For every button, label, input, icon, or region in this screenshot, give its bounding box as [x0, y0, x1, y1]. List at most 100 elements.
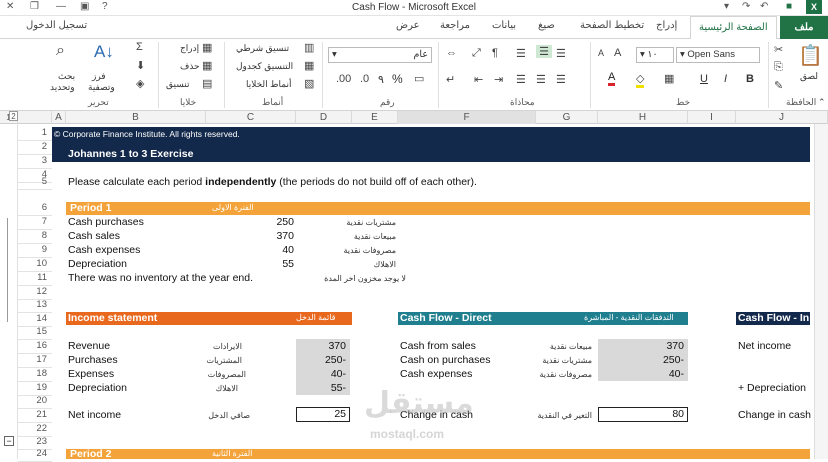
row-header[interactable]: 12 — [18, 286, 52, 297]
fill-icon[interactable]: ⬇ — [136, 59, 145, 72]
row-header[interactable]: 2 — [18, 141, 52, 152]
input-value[interactable]: 40 — [256, 244, 294, 256]
quick-access-dropdown-icon[interactable]: ▾ — [724, 1, 729, 12]
outline-level-2-button[interactable]: 2 — [9, 111, 18, 121]
row-header[interactable]: 16 — [18, 340, 52, 351]
column-header-c[interactable]: C — [206, 111, 296, 124]
tab-insert[interactable]: إدراج — [656, 20, 677, 31]
currency-format-icon[interactable]: ▭ — [414, 72, 424, 85]
bold-button[interactable]: B — [746, 73, 754, 85]
format-painter-icon[interactable]: ✎ — [774, 79, 783, 92]
column-header-b[interactable]: B — [66, 111, 206, 124]
row-header[interactable]: 18 — [18, 368, 52, 379]
borders-icon[interactable]: ▦ — [664, 72, 674, 85]
tab-home[interactable]: الصفحة الرئيسية — [690, 16, 777, 40]
collapse-ribbon-icon[interactable]: ⌃ — [818, 97, 826, 108]
decrease-font-icon[interactable]: A — [598, 48, 604, 58]
wrap-text-icon[interactable]: ↵ — [446, 73, 455, 86]
cut-icon[interactable]: ✂ — [774, 43, 783, 56]
cash-flow-row-value[interactable]: -40 — [600, 368, 684, 380]
cash-flow-row-value[interactable]: -250 — [600, 354, 684, 366]
row-header[interactable]: 15 — [18, 326, 52, 337]
income-row-value[interactable]: -40 — [298, 368, 346, 380]
row-header[interactable]: 5 — [18, 176, 52, 187]
fill-color-icon[interactable]: ◇ — [636, 72, 645, 88]
row-header[interactable]: 11 — [18, 272, 52, 283]
align-right-icon[interactable]: ☰ — [556, 73, 566, 86]
row-header[interactable]: 17 — [18, 354, 52, 365]
tab-file[interactable]: ملف — [780, 16, 828, 39]
sign-in-link[interactable]: تسجيل الدخول — [26, 20, 87, 31]
select-all-corner[interactable] — [18, 111, 52, 124]
tab-data[interactable]: بيانات — [492, 20, 516, 31]
font-size-select[interactable]: ▾ ١٠ — [636, 47, 674, 63]
column-header-f[interactable]: F — [398, 111, 536, 124]
row-header[interactable]: 24 — [18, 448, 52, 459]
row-header[interactable]: 6 — [18, 202, 52, 213]
decrease-indent-icon[interactable]: ⇤ — [474, 73, 483, 86]
income-row-value[interactable]: -55 — [298, 382, 346, 394]
cash-flow-row-value[interactable]: 370 — [600, 340, 684, 352]
undo-icon[interactable]: ↶ — [760, 1, 768, 12]
row-header[interactable]: 13 — [18, 299, 52, 310]
column-header-a[interactable]: A — [52, 111, 66, 124]
font-family-select[interactable]: ▾ Open Sans — [676, 47, 760, 63]
format-as-table-button[interactable]: التنسيق كجدول — [236, 61, 293, 72]
delete-cells-button[interactable]: حذف — [180, 61, 200, 72]
income-row-value[interactable]: 370 — [298, 340, 346, 352]
row-header[interactable]: 21 — [18, 409, 52, 420]
row-header[interactable]: 22 — [18, 423, 52, 434]
autosum-icon[interactable]: Σ — [136, 41, 143, 53]
percent-style-button[interactable]: % — [392, 72, 403, 86]
paste-button[interactable]: لصق — [800, 71, 818, 82]
right-to-left-icon[interactable]: ¶ — [492, 47, 498, 59]
paste-icon[interactable]: 📋 — [798, 43, 823, 68]
format-cells-button[interactable]: تنسيق — [166, 79, 189, 90]
align-middle-icon[interactable]: ☰ — [536, 45, 552, 58]
row-header[interactable]: 1 — [18, 127, 52, 138]
column-header-i[interactable]: I — [688, 111, 736, 124]
row-header[interactable]: 14 — [18, 313, 52, 324]
merge-center-icon[interactable]: ⇔ — [446, 47, 457, 59]
clear-icon[interactable]: ◈ — [136, 77, 144, 90]
row-header[interactable]: 19 — [18, 382, 52, 393]
save-icon[interactable]: ■ — [786, 1, 792, 12]
vertical-scrollbar[interactable] — [814, 124, 828, 459]
row-header[interactable]: 20 — [18, 395, 52, 406]
worksheet[interactable]: 1 2 3 4 5 6 7 8 9 10 11 12 13 14 15 16 17 18 19 20 21 22 23 24 … — [0, 124, 828, 462]
increase-indent-icon[interactable]: ⇥ — [494, 73, 503, 86]
align-left-icon[interactable]: ☰ — [516, 73, 526, 86]
column-header-d[interactable]: D — [296, 111, 352, 124]
number-format-select[interactable]: ▾ عام — [328, 47, 432, 63]
row-header[interactable]: 9 — [18, 244, 52, 255]
decrease-decimal-icon[interactable]: .00 — [336, 73, 351, 85]
font-color-icon[interactable]: A — [608, 71, 616, 86]
row-header[interactable]: 7 — [18, 216, 52, 227]
column-header-g[interactable]: G — [536, 111, 598, 124]
conditional-formatting-button[interactable]: تنسيق شرطي — [236, 43, 289, 54]
row-header[interactable]: 8 — [18, 230, 52, 241]
sort-filter-icon[interactable]: A↓ — [94, 42, 114, 62]
insert-cells-button[interactable]: إدراج — [180, 43, 199, 54]
align-center-icon[interactable]: ☰ — [536, 73, 546, 86]
row-header[interactable]: 3 — [18, 155, 52, 166]
align-bottom-icon[interactable]: ☰ — [556, 47, 566, 60]
tab-formulas[interactable]: صيغ — [538, 20, 555, 31]
align-top-icon[interactable]: ☰ — [516, 47, 526, 60]
column-header-e[interactable]: E — [352, 111, 398, 124]
copy-icon[interactable]: ⎘ — [774, 61, 783, 74]
find-select-label[interactable]: بحث — [58, 71, 75, 82]
sort-filter-label[interactable]: فرز — [92, 71, 106, 82]
underline-button[interactable]: U — [700, 73, 708, 85]
row-header[interactable]: 10 — [18, 258, 52, 269]
input-value[interactable]: 55 — [256, 258, 294, 270]
input-value[interactable]: 250 — [256, 216, 294, 228]
italic-button[interactable]: I — [724, 73, 727, 85]
row-header[interactable]: 23 — [18, 436, 52, 447]
column-header-j[interactable]: J — [736, 111, 828, 124]
tab-view[interactable]: عرض — [396, 20, 420, 31]
cell-styles-button[interactable]: أنماط الخلايا — [246, 79, 291, 90]
increase-font-icon[interactable]: A — [614, 47, 621, 59]
input-value[interactable]: 370 — [256, 230, 294, 242]
orientation-icon[interactable]: ⤢ — [472, 47, 481, 60]
